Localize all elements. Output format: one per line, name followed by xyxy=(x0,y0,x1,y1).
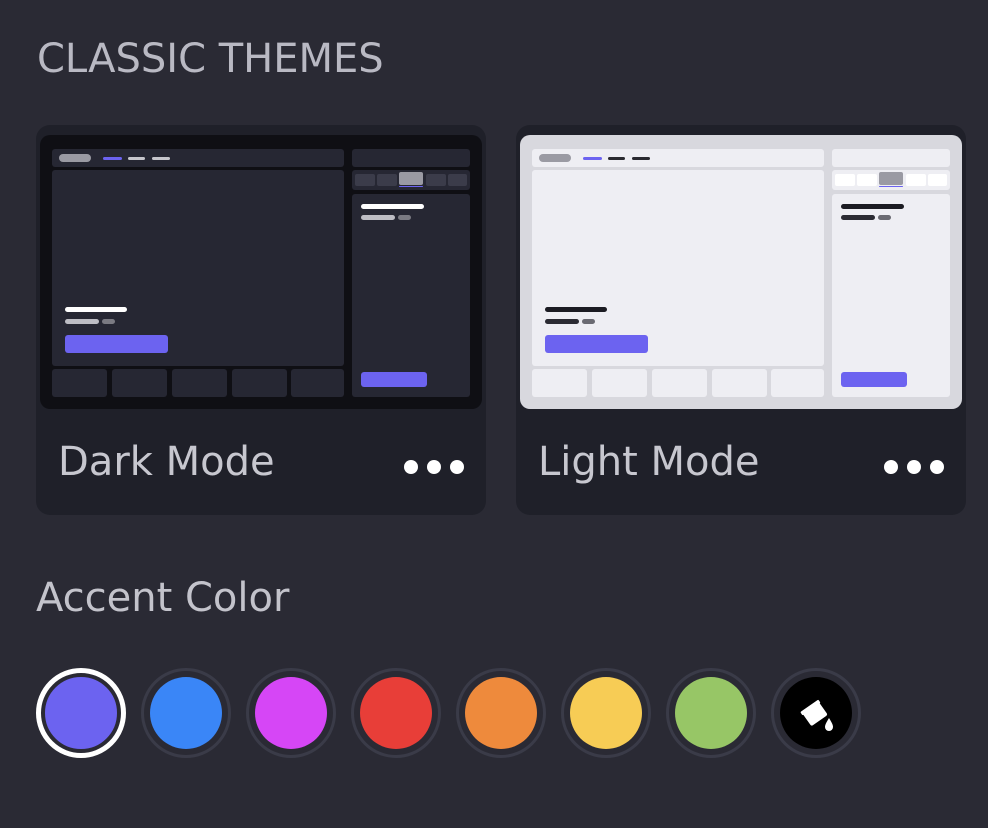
swatch-yellow-fill xyxy=(570,677,642,749)
swatch-orange-fill xyxy=(465,677,537,749)
paint-bucket-icon xyxy=(800,699,833,731)
swatch-green-fill xyxy=(675,677,747,749)
swatch-magenta[interactable] xyxy=(246,668,336,758)
more-horizontal-icon xyxy=(404,460,464,474)
theme-card-dark-mode[interactable]: Dark Mode xyxy=(36,125,486,515)
swatch-blue[interactable] xyxy=(141,668,231,758)
swatch-custom[interactable] xyxy=(771,668,861,758)
swatch-purple[interactable] xyxy=(36,668,126,758)
theme-card-light-mode[interactable]: Light Mode xyxy=(516,125,966,515)
more-options-button-light-mode[interactable] xyxy=(884,455,944,479)
accent-swatches xyxy=(36,668,861,758)
more-horizontal-icon xyxy=(884,460,944,474)
more-options-button-dark-mode[interactable] xyxy=(404,455,464,479)
swatch-magenta-fill xyxy=(255,677,327,749)
theme-label-light-mode: Light Mode xyxy=(538,439,760,485)
swatch-yellow[interactable] xyxy=(561,668,651,758)
swatch-custom-fill xyxy=(780,677,852,749)
section-title: CLASSIC THEMES xyxy=(37,36,384,82)
theme-preview-light xyxy=(520,135,962,409)
theme-preview-dark xyxy=(40,135,482,409)
swatch-red[interactable] xyxy=(351,668,441,758)
accent-color-title: Accent Color xyxy=(36,575,290,621)
swatch-blue-fill xyxy=(150,677,222,749)
swatch-purple-fill xyxy=(43,675,119,751)
theme-label-dark-mode: Dark Mode xyxy=(58,439,275,485)
swatch-orange[interactable] xyxy=(456,668,546,758)
swatch-red-fill xyxy=(360,677,432,749)
swatch-green[interactable] xyxy=(666,668,756,758)
